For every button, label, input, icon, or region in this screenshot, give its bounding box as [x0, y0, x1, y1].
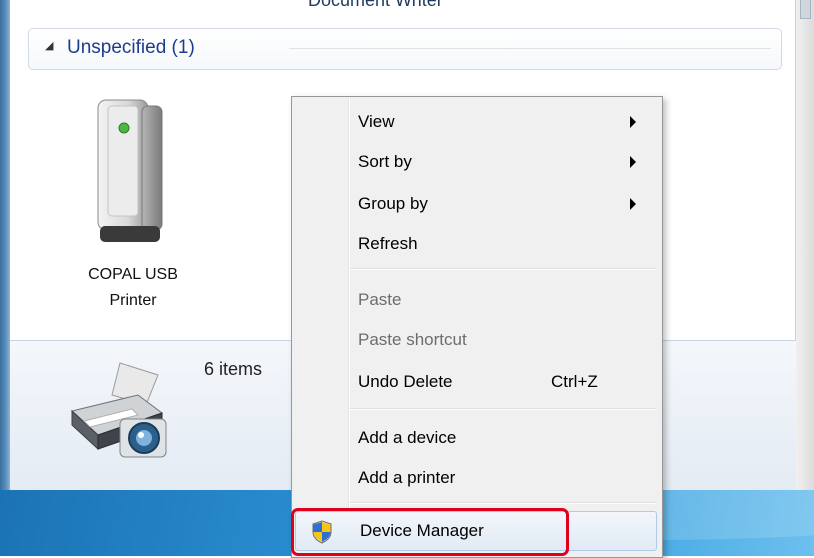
printer-camera-icon — [70, 362, 167, 458]
device-label[interactable]: COPAL USB Printer — [58, 262, 208, 314]
context-menu: View Sort by Group by Refresh Paste Past… — [291, 96, 663, 558]
menu-item-label: Refresh — [358, 234, 418, 253]
menu-item-sort-by[interactable]: Sort by — [294, 143, 658, 181]
menu-item-label: Sort by — [358, 152, 412, 171]
highlight-callout-box — [291, 508, 569, 556]
submenu-arrow-icon — [630, 198, 636, 210]
menu-item-label: Group by — [358, 194, 428, 213]
menu-item-add-device[interactable]: Add a device — [294, 419, 658, 457]
group-header-unspecified[interactable]: ◢ Unspecified (1) — [28, 28, 782, 70]
menu-item-label: View — [358, 112, 395, 131]
menu-item-label: Paste — [358, 290, 402, 309]
menu-item-undo-delete[interactable]: Undo Delete Ctrl+Z — [294, 363, 658, 401]
menu-item-shortcut: Ctrl+Z — [551, 372, 598, 391]
menu-item-paste-shortcut[interactable]: Paste shortcut — [294, 321, 658, 359]
group-divider — [289, 48, 771, 49]
submenu-arrow-icon — [630, 116, 636, 128]
group-title: Unspecified (1) — [67, 37, 195, 58]
menu-item-add-printer[interactable]: Add a printer — [294, 459, 658, 497]
vertical-scrollbar[interactable] — [795, 0, 814, 490]
collapse-arrow-icon[interactable]: ◢ — [45, 39, 53, 52]
menu-separator — [350, 408, 656, 410]
menu-separator — [350, 502, 656, 504]
usb-printer-icon[interactable] — [96, 98, 168, 244]
menu-item-label: Add a printer — [358, 468, 456, 487]
menu-item-view[interactable]: View — [294, 103, 658, 141]
items-count: 6 items — [204, 359, 263, 379]
menu-separator — [350, 268, 656, 270]
menu-item-label: Add a device — [358, 428, 457, 447]
menu-item-label: Paste shortcut — [358, 330, 467, 349]
menu-item-refresh[interactable]: Refresh — [294, 225, 658, 263]
submenu-arrow-icon — [630, 156, 636, 168]
menu-item-label: Undo Delete — [358, 372, 453, 391]
window-left-frame — [0, 0, 10, 490]
menu-item-group-by[interactable]: Group by — [294, 185, 658, 223]
cutoff-device-label: Document Writer — [308, 0, 443, 10]
menu-item-paste[interactable]: Paste — [294, 281, 658, 319]
